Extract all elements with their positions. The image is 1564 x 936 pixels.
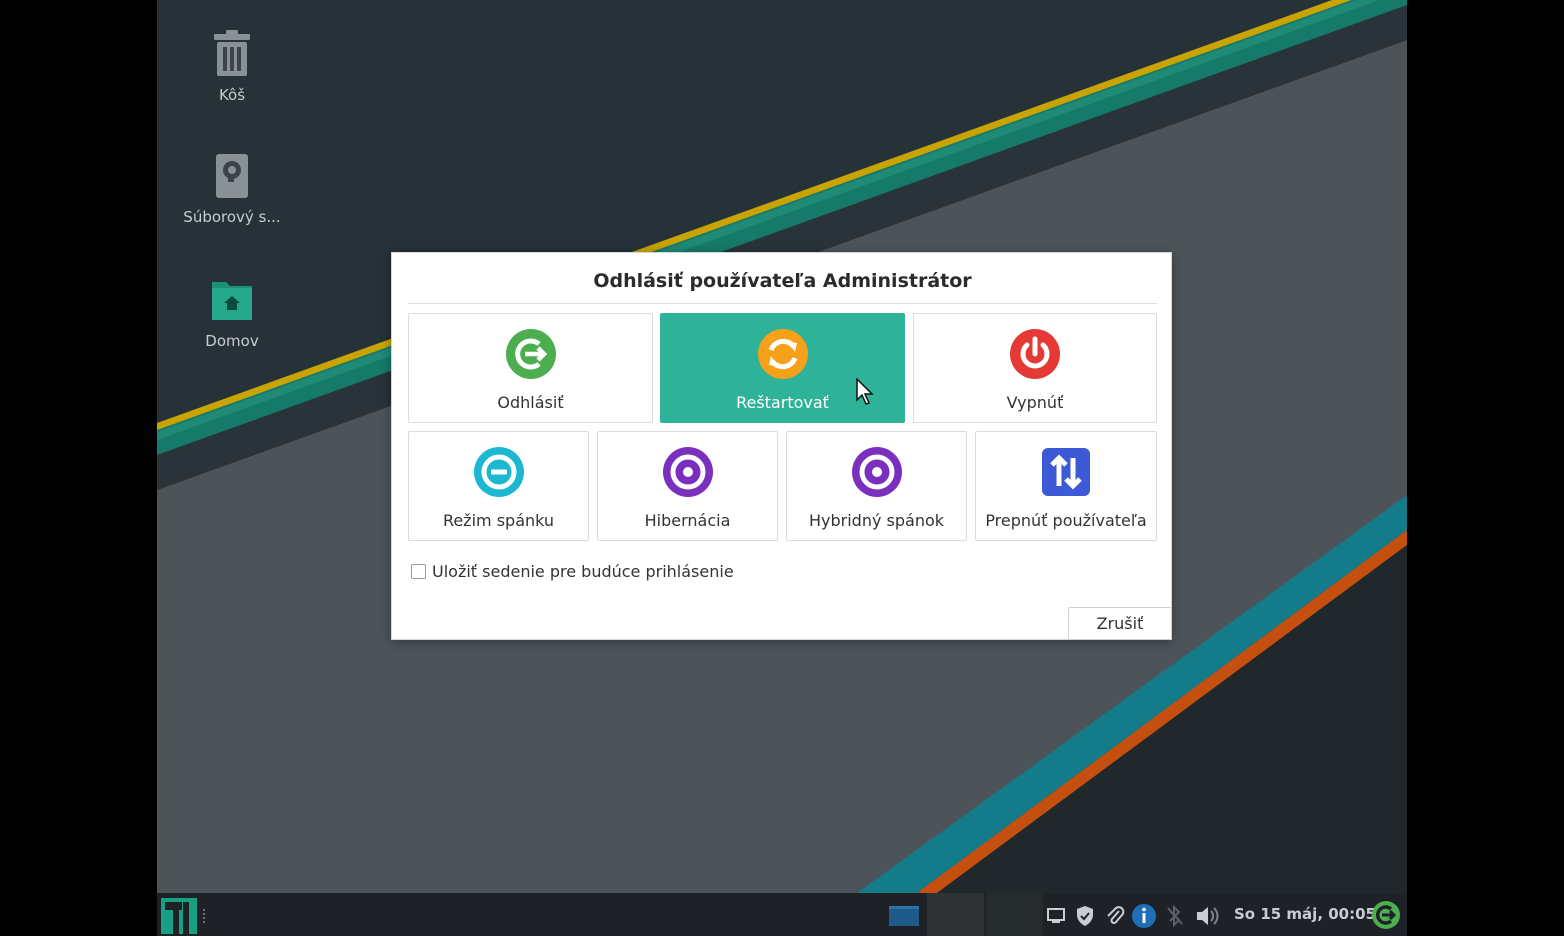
action-label: Hibernácia [644,511,731,530]
checkbox-box[interactable] [411,563,426,579]
switch-user-button[interactable]: Prepnúť používateľa [975,431,1157,541]
action-label: Vypnúť [1006,393,1064,412]
display-icon[interactable] [1046,907,1066,925]
hybrid-sleep-button[interactable]: Hybridný spánok [786,431,967,541]
logout-icon [505,329,556,379]
dialog-title: Odhlásiť používateľa Administrátor [593,270,972,292]
taskbar-panel: So 15 máj, 00:05 [157,893,1407,936]
menu-icon[interactable] [161,898,197,934]
title-separator [408,303,1157,304]
workspace-3[interactable] [986,893,1043,936]
drive-icon [216,154,248,198]
suspend-button[interactable]: Režim spánku [408,431,589,541]
save-session-checkbox[interactable]: Uložiť sedenie pre budúce prihlásenie [411,560,734,582]
workspace-1-icon[interactable] [888,903,920,929]
desktop-icon-filesystem[interactable]: Súborový s... [165,150,299,226]
suspend-icon [473,447,524,497]
desktop-icon-trash[interactable]: Kôš [165,28,299,104]
action-label: Hybridný spánok [808,511,945,530]
switch-user-icon [1042,448,1090,496]
logout-icon[interactable] [1371,900,1401,930]
restart-button[interactable]: Reštartovať [660,313,905,423]
desktop-icon-label: Domov [205,332,259,350]
clock[interactable]: So 15 máj, 00:05 [1234,893,1376,936]
desktop-icon-label: Kôš [218,86,246,104]
hibernate-button[interactable]: Hibernácia [597,431,778,541]
shield-icon[interactable] [1075,905,1095,927]
desktop-icon-home[interactable]: Domov [165,274,299,350]
info-icon[interactable] [1131,903,1157,929]
power-icon [1010,329,1060,379]
paperclip-icon[interactable] [1105,905,1125,927]
bluetooth-disabled-icon[interactable] [1165,905,1185,927]
panel-separator [203,909,207,923]
trash-icon [214,30,250,76]
action-label: Režim spánku [442,511,555,530]
hibernate-icon [662,447,713,497]
workspace-2[interactable] [927,893,984,936]
home-folder-icon [212,282,252,320]
logout-dialog: Odhlásiť používateľa Administrátor Odhlá… [391,252,1172,640]
volume-icon[interactable] [1195,904,1221,928]
hybrid-sleep-icon [851,447,902,497]
cancel-button[interactable]: Zrušiť [1068,607,1172,640]
save-session-label: Uložiť sedenie pre budúce prihlásenie [432,561,734,581]
action-label: Prepnúť používateľa [985,511,1147,530]
action-label: Odhlásiť [497,393,564,412]
restart-icon [757,329,808,379]
shutdown-button[interactable]: Vypnúť [913,313,1157,423]
desktop-icon-label: Súborový s... [183,208,281,226]
mouse-cursor-icon [856,378,874,405]
logout-button[interactable]: Odhlásiť [408,313,653,423]
